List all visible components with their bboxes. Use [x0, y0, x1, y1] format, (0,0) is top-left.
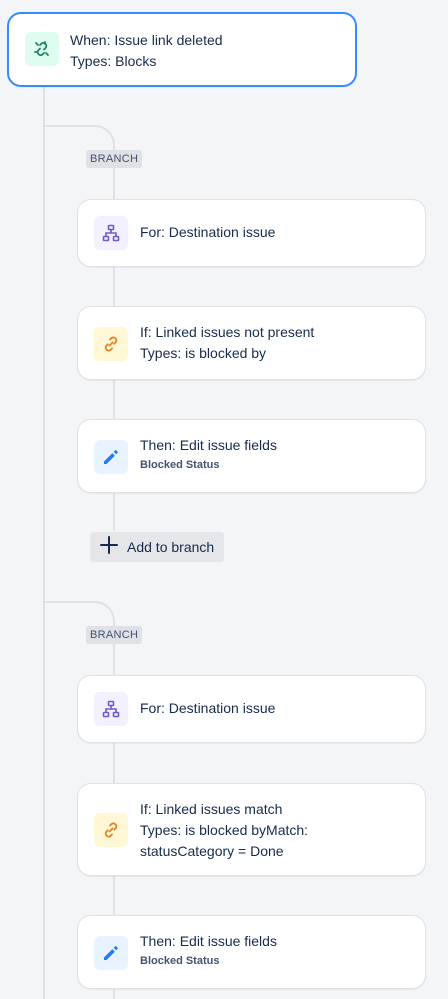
branch-tag: BRANCH	[86, 150, 143, 168]
condition-line-2: Types: is blocked byMatch:	[140, 822, 309, 838]
action-card[interactable]: Then: Edit issue fields Blocked Status	[77, 419, 426, 493]
link-broken-icon	[25, 32, 59, 66]
condition-line-1: If: Linked issues not present	[140, 324, 315, 340]
link-icon	[94, 813, 128, 847]
action-title: Then: Edit issue fields	[140, 933, 277, 949]
action-detail: Blocked Status	[140, 955, 220, 967]
branch-for-title: For: Destination issue	[140, 224, 276, 240]
action-title: Then: Edit issue fields	[140, 437, 277, 453]
condition-card[interactable]: If: Linked issues match Types: is blocke…	[77, 783, 426, 876]
trigger-title: When: Issue link deleted	[70, 32, 223, 48]
pencil-icon	[94, 936, 128, 970]
link-icon	[94, 327, 128, 361]
action-card[interactable]: Then: Edit issue fields Blocked Status	[77, 915, 426, 989]
add-to-branch-label: Add to branch	[127, 539, 215, 555]
condition-line-1: If: Linked issues match	[140, 801, 283, 817]
hierarchy-icon	[94, 216, 128, 250]
hierarchy-icon	[94, 692, 128, 726]
automation-rule-canvas: When: Issue link deleted Types: Blocks B…	[0, 0, 448, 999]
condition-card[interactable]: If: Linked issues not present Types: is …	[77, 306, 426, 380]
add-to-branch-button[interactable]: Add to branch	[90, 532, 225, 562]
branch-for-card[interactable]: For: Destination issue	[77, 199, 426, 267]
trigger-card[interactable]: When: Issue link deleted Types: Blocks	[7, 12, 357, 87]
pencil-icon	[94, 440, 128, 474]
branch-for-title: For: Destination issue	[140, 700, 276, 716]
condition-line-2: Types: is blocked by	[140, 345, 267, 361]
branch-tag: BRANCH	[86, 626, 143, 644]
action-detail: Blocked Status	[140, 459, 220, 471]
branch-for-card[interactable]: For: Destination issue	[77, 675, 426, 743]
main-connector-line	[43, 86, 45, 999]
plus-icon	[99, 535, 119, 560]
condition-line-3: statusCategory = Done	[140, 843, 284, 859]
trigger-subtitle: Types: Blocks	[70, 53, 157, 69]
